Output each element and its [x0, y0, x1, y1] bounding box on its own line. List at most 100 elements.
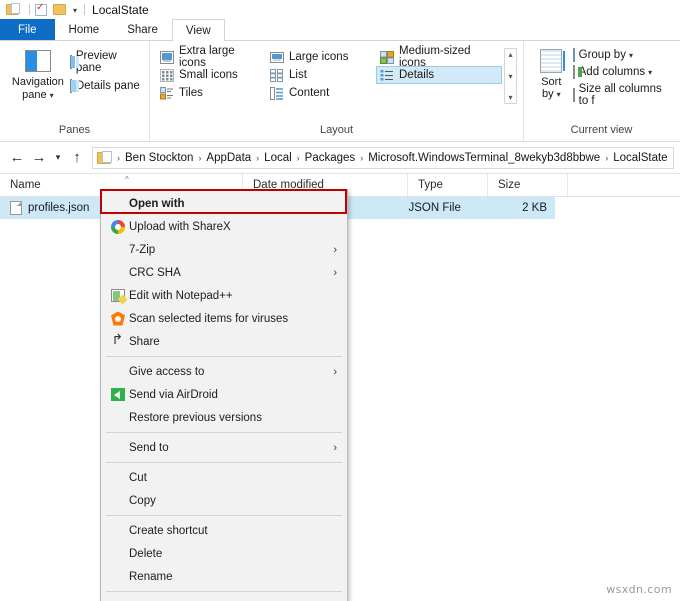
breadcrumb-item-local[interactable]: Local: [262, 152, 294, 164]
group-by-button[interactable]: Group by ▾: [572, 48, 673, 62]
menu-item-open-with[interactable]: Open with: [101, 192, 347, 215]
details-pane-button[interactable]: Details pane: [69, 79, 143, 93]
tab-home[interactable]: Home: [55, 19, 114, 40]
menu-item-send-to[interactable]: Send to ›: [101, 436, 347, 459]
menu-item-label: Edit with Notepad++: [129, 289, 233, 302]
group-by-icon: [572, 48, 575, 62]
column-header-type[interactable]: Type: [408, 174, 488, 196]
size-all-columns-button[interactable]: Size all columns to f: [572, 83, 673, 107]
sort-ascending-icon: ^: [125, 175, 129, 184]
list-icon: [270, 68, 285, 82]
menu-item-give-access-to[interactable]: Give access to ›: [101, 360, 347, 383]
folder-icon[interactable]: [53, 2, 68, 17]
layout-option-list[interactable]: List: [266, 66, 376, 84]
tab-file[interactable]: File: [0, 19, 55, 40]
menu-item-share[interactable]: Share: [101, 330, 347, 353]
json-file-icon: [10, 201, 22, 215]
layout-option-label: Large icons: [289, 51, 349, 63]
file-explorer-window: ▾ LocalState File Home Share View Naviga…: [0, 0, 680, 601]
new-folder-icon[interactable]: [6, 2, 21, 17]
window-title: LocalState: [92, 2, 149, 17]
ribbon-group-layout: Extra large icons Large icons Medium-siz…: [150, 41, 524, 141]
breadcrumb-separator: ›: [117, 152, 120, 163]
menu-item-edit-with-notepadpp[interactable]: Edit with Notepad++: [101, 284, 347, 307]
menu-item-copy[interactable]: Copy: [101, 489, 347, 512]
up-button[interactable]: ↑: [66, 147, 88, 169]
tiles-icon: [160, 86, 175, 100]
column-header-filler: [568, 174, 680, 196]
menu-item-restore-previous-versions[interactable]: Restore previous versions: [101, 406, 347, 429]
menu-separator: [106, 432, 342, 433]
menu-item-label: Upload with ShareX: [129, 220, 231, 233]
layout-option-tiles[interactable]: Tiles: [156, 84, 266, 102]
navigation-pane-label-line1: Navigation: [11, 76, 64, 88]
menu-item-scan-for-viruses[interactable]: Scan selected items for viruses: [101, 307, 347, 330]
preview-pane-icon: [69, 55, 72, 69]
menu-item-delete[interactable]: Delete: [101, 542, 347, 565]
scroll-down-icon[interactable]: ▾: [508, 72, 512, 81]
menu-item-rename[interactable]: Rename: [101, 565, 347, 588]
sharex-icon: [107, 219, 129, 234]
breadcrumb-item-windowsterminal[interactable]: Microsoft.WindowsTerminal_8wekyb3d8bbwe: [366, 152, 602, 164]
file-type-cell: JSON File: [408, 202, 461, 214]
layout-option-large-icons[interactable]: Large icons: [266, 48, 376, 66]
layout-option-extra-large-icons[interactable]: Extra large icons: [156, 45, 266, 69]
menu-item-cut[interactable]: Cut: [101, 466, 347, 489]
size-all-columns-icon: [572, 88, 575, 102]
medium-sized-icons-icon: [380, 50, 395, 64]
scroll-up-icon[interactable]: ▴: [508, 50, 512, 59]
layout-option-medium-sized-icons[interactable]: Medium-sized icons: [376, 45, 502, 69]
breadcrumb-item-localstate[interactable]: LocalState: [611, 152, 669, 164]
content-icon: [270, 86, 285, 100]
menu-item-label: Copy: [129, 494, 156, 507]
layout-option-small-icons[interactable]: Small icons: [156, 66, 266, 84]
layout-option-content[interactable]: Content: [266, 84, 376, 102]
menu-item-label: Send to: [129, 441, 169, 454]
menu-item-send-via-airdroid[interactable]: Send via AirDroid: [101, 383, 347, 406]
layout-option-label: Content: [289, 87, 330, 99]
breadcrumb-item-packages[interactable]: Packages: [303, 152, 358, 164]
chevron-down-icon[interactable]: ▾: [629, 51, 633, 60]
extra-large-icons-icon: [160, 50, 175, 64]
breadcrumb[interactable]: › Ben Stockton › AppData › Local › Packa…: [92, 146, 674, 169]
submenu-arrow-icon: ›: [333, 441, 337, 454]
avast-icon: [107, 311, 129, 326]
menu-item-upload-with-sharex[interactable]: Upload with ShareX: [101, 215, 347, 238]
tab-share[interactable]: Share: [113, 19, 172, 40]
details-pane-icon: [69, 79, 72, 93]
large-icons-icon: [270, 51, 285, 64]
menu-item-label: Share: [129, 335, 160, 348]
layout-gallery-scroller[interactable]: ▴ ▾ ▾: [504, 48, 517, 104]
ribbon-tabstrip: File Home Share View: [0, 19, 680, 41]
menu-item-7-zip[interactable]: 7-Zip ›: [101, 238, 347, 261]
tab-view[interactable]: View: [171, 19, 225, 41]
menu-item-crc-sha[interactable]: CRC SHA ›: [101, 261, 347, 284]
breadcrumb-item-ben-stockton[interactable]: Ben Stockton: [123, 152, 195, 164]
customize-qat-caret-icon[interactable]: ▾: [73, 6, 77, 15]
ribbon-group-panes-label: Panes: [58, 124, 91, 136]
qat-divider-1: [29, 4, 30, 15]
column-header-name-label: Name: [10, 179, 41, 191]
navigation-pane-button[interactable]: Navigation pane ▾: [6, 46, 70, 102]
chevron-down-icon[interactable]: ▾: [557, 90, 561, 99]
properties-icon[interactable]: [35, 2, 50, 17]
breadcrumb-separator: ›: [256, 152, 260, 163]
ribbon-group-current-view: Sort by ▾ Group by ▾ Add columns ▾ Size …: [524, 41, 679, 141]
preview-pane-button[interactable]: Preview pane: [69, 50, 143, 74]
add-columns-button[interactable]: Add columns ▾: [572, 65, 673, 79]
size-all-columns-label: Size all columns to f: [578, 83, 662, 107]
address-folder-icon: [97, 150, 112, 164]
forward-button[interactable]: →: [28, 147, 50, 169]
back-button[interactable]: ←: [6, 147, 28, 169]
chevron-down-icon[interactable]: ▾: [648, 68, 652, 77]
menu-item-create-shortcut[interactable]: Create shortcut: [101, 519, 347, 542]
menu-item-properties[interactable]: Properties: [101, 595, 347, 601]
layout-option-details[interactable]: Details: [376, 66, 502, 84]
recent-locations-button[interactable]: ▾: [50, 147, 66, 169]
chevron-down-icon[interactable]: ▾: [50, 91, 54, 100]
breadcrumb-item-appdata[interactable]: AppData: [204, 152, 253, 164]
sort-by-button[interactable]: Sort by ▾: [530, 46, 573, 107]
scroll-more-icon[interactable]: ▾: [508, 93, 512, 102]
column-header-size[interactable]: Size: [488, 174, 568, 196]
submenu-arrow-icon: ›: [333, 266, 337, 279]
